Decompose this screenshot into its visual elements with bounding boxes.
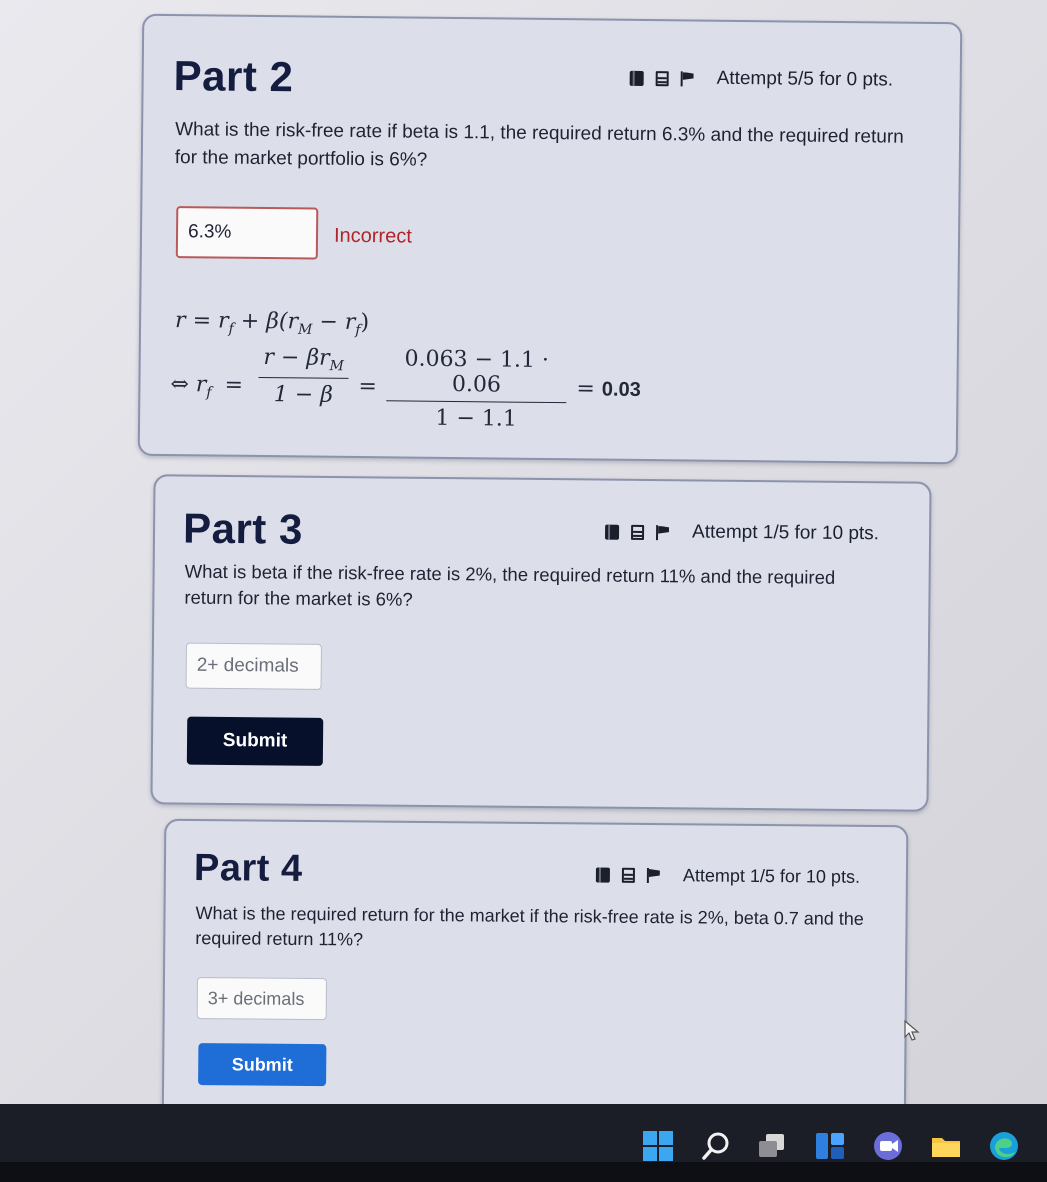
math-token: − r xyxy=(319,309,356,335)
taskbar xyxy=(0,1104,1047,1182)
math-token: = xyxy=(224,372,244,398)
fraction-symbolic: r − βrM 1 − β xyxy=(258,345,349,408)
attempt-text: Attempt 1/5 for 10 pts. xyxy=(682,865,861,887)
part-meta: Attempt 1/5 for 10 pts. xyxy=(605,521,879,546)
solution-result: = 0.03 xyxy=(576,376,641,402)
question-text: What is the required return for the mark… xyxy=(195,903,864,950)
mouse-cursor-icon xyxy=(904,1020,920,1041)
book-icon[interactable] xyxy=(629,70,644,86)
widgets-icon[interactable] xyxy=(814,1130,846,1162)
part-title: Part 2 xyxy=(173,52,294,101)
answer-input[interactable] xyxy=(196,977,327,1021)
math-token: 0.063 − 1.1 · 0.06 xyxy=(404,346,550,398)
math-token: r − βr xyxy=(263,345,330,371)
math-token: r xyxy=(174,308,186,334)
film-icon[interactable] xyxy=(621,867,635,883)
part-2-card: Part 2 Attempt 5/5 for 0 pts. What is th… xyxy=(137,13,963,465)
part-meta: Attempt 1/5 for 10 pts. xyxy=(595,865,861,888)
flag-icon[interactable] xyxy=(681,71,695,86)
question-text: What is beta if the risk-free rate is 2%… xyxy=(184,560,836,610)
math-token: ⇔ r xyxy=(170,372,207,398)
submit-button[interactable]: Submit xyxy=(186,716,324,766)
math-token: f xyxy=(228,321,234,338)
attempt-text: Attempt 1/5 for 10 pts. xyxy=(691,521,880,545)
math-token: 1 − 1.1 xyxy=(435,405,517,432)
answer-input[interactable] xyxy=(185,642,322,690)
part-meta: Attempt 5/5 for 0 pts. xyxy=(629,67,894,92)
book-icon[interactable] xyxy=(605,524,620,540)
math-token: + β( xyxy=(240,308,288,335)
attempt-text: Attempt 5/5 for 0 pts. xyxy=(716,67,894,91)
flag-icon[interactable] xyxy=(656,525,670,540)
feedback-status: Incorrect xyxy=(333,224,412,248)
part-4-card: Part 4 Attempt 1/5 for 10 pts. What is t… xyxy=(161,818,909,1140)
film-icon[interactable] xyxy=(655,70,669,86)
answer-field[interactable]: 6.3% xyxy=(175,206,319,260)
film-icon[interactable] xyxy=(630,524,645,540)
task-view-icon[interactable] xyxy=(756,1130,788,1162)
solution-formula: r = rf + β(rM − rf) xyxy=(175,308,369,338)
part-title: Part 3 xyxy=(182,504,304,553)
submit-button[interactable]: Submit xyxy=(198,1043,327,1087)
edge-browser-icon[interactable] xyxy=(988,1130,1020,1162)
math-token: = xyxy=(576,376,596,402)
flag-icon[interactable] xyxy=(647,868,661,883)
math-token: ) xyxy=(360,310,370,336)
result-value: 0.03 xyxy=(601,378,641,401)
search-icon[interactable] xyxy=(700,1130,732,1162)
teams-chat-icon[interactable] xyxy=(872,1130,904,1162)
math-token: f xyxy=(206,384,212,401)
part-title: Part 4 xyxy=(193,847,303,890)
fraction-numeric: 0.063 − 1.1 · 0.06 1 − 1.1 xyxy=(386,346,567,432)
solution-derivation-lhs: ⇔ rf = xyxy=(170,372,243,401)
math-token: = xyxy=(358,374,378,400)
book-icon[interactable] xyxy=(595,867,610,883)
windows-start-icon[interactable] xyxy=(642,1130,674,1162)
math-token: M xyxy=(329,358,344,375)
math-token: r xyxy=(217,308,229,334)
math-token: M xyxy=(297,321,313,338)
math-token: 1 − β xyxy=(273,382,334,409)
file-explorer-icon[interactable] xyxy=(930,1130,962,1162)
math-token: = xyxy=(192,308,212,334)
math-token: r xyxy=(287,309,299,335)
part-3-card: Part 3 Attempt 1/5 for 10 pts. What is b… xyxy=(150,474,932,812)
question-text: What is the risk-free rate if beta is 1.… xyxy=(174,119,904,171)
